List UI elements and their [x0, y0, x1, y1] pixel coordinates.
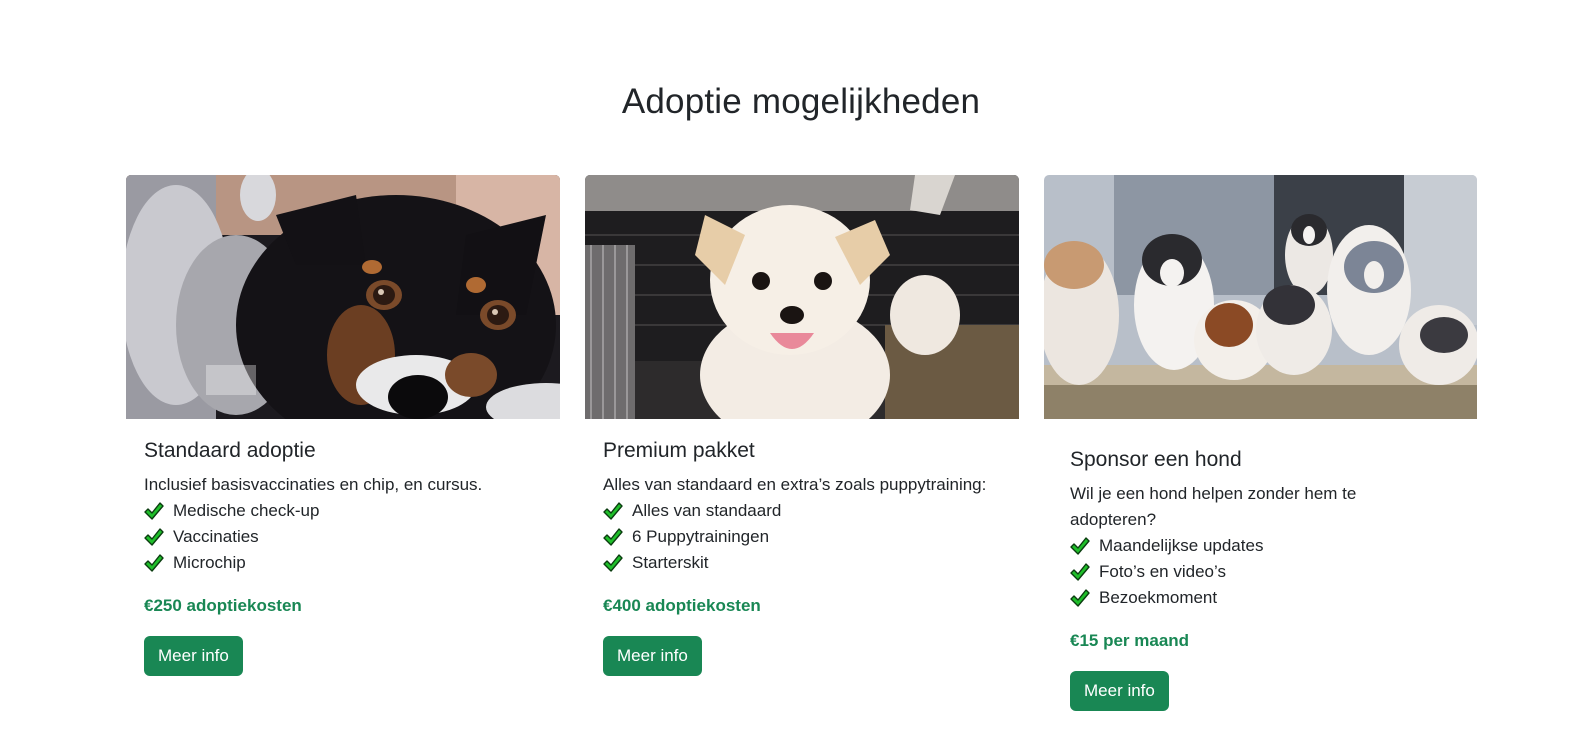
feature-item: Foto’s en video’s [1070, 559, 1451, 585]
card-description: Alles van standaard en extra’s zoals pup… [603, 475, 987, 494]
more-info-button[interactable]: Meer info [603, 636, 702, 676]
price-label: €15 per maand [1070, 631, 1190, 650]
card-body: Premium pakket Alles van standaard en ex… [585, 419, 1019, 676]
feature-label: Medische check-up [173, 501, 320, 520]
feature-item: Alles van standaard [603, 498, 1001, 524]
checkmark-icon [144, 554, 164, 572]
card-description: Wil je een hond helpen zonder hem te ado… [1070, 484, 1357, 529]
checkmark-icon [1070, 563, 1090, 581]
feature-label: Maandelijkse updates [1099, 536, 1264, 555]
checkmark-icon [1070, 537, 1090, 555]
card-body: Sponsor een hond Wil je een hond helpen … [1044, 419, 1477, 711]
checkmark-icon [603, 554, 623, 572]
checkmark-icon [144, 528, 164, 546]
feature-item: 6 Puppytrainingen [603, 524, 1001, 550]
section-title: Adoptie mogelijkheden [621, 82, 981, 121]
feature-item: Bezoekmoment [1070, 585, 1451, 611]
price-label: €400 adoptiekosten [603, 596, 761, 615]
card-title: Standaard adoptie [144, 439, 316, 462]
card-sponsor-dog: Sponsor een hond Wil je een hond helpen … [1044, 175, 1477, 711]
checkmark-icon [603, 528, 623, 546]
adoption-section: Adoptie mogelijkheden Standaard adoptie … [0, 0, 1594, 744]
feature-list: Alles van standaard 6 Puppytrainingen St… [603, 498, 1001, 576]
card-description: Inclusief basisvaccinaties en chip, en c… [144, 475, 483, 494]
puppies-photo [1044, 175, 1477, 419]
feature-label: Starterskit [632, 553, 709, 572]
card-title: Sponsor een hond [1070, 448, 1242, 471]
feature-item: Starterskit [603, 550, 1001, 576]
feature-item: Medische check-up [144, 498, 542, 524]
feature-label: 6 Puppytrainingen [632, 527, 770, 546]
feature-item: Microchip [144, 550, 542, 576]
feature-label: Microchip [173, 553, 246, 572]
more-info-button[interactable]: Meer info [1070, 671, 1169, 711]
card-standard-adoption: Standaard adoptie Inclusief basisvaccina… [126, 175, 560, 676]
white-dog-photo [585, 175, 1019, 419]
more-info-button[interactable]: Meer info [144, 636, 243, 676]
feature-label: Foto’s en video’s [1099, 562, 1226, 581]
feature-item: Vaccinaties [144, 524, 542, 550]
feature-label: Bezoekmoment [1099, 588, 1218, 607]
price-label: €250 adoptiekosten [144, 596, 302, 615]
checkmark-icon [144, 502, 164, 520]
card-title: Premium pakket [603, 439, 755, 462]
feature-list: Medische check-up Vaccinaties Microchip [144, 498, 542, 576]
black-dog-photo [126, 175, 560, 419]
feature-label: Vaccinaties [173, 527, 259, 546]
card-premium-package: Premium pakket Alles van standaard en ex… [585, 175, 1019, 676]
card-body: Standaard adoptie Inclusief basisvaccina… [126, 419, 560, 676]
feature-label: Alles van standaard [632, 501, 782, 520]
checkmark-icon [603, 502, 623, 520]
checkmark-icon [1070, 589, 1090, 607]
feature-item: Maandelijkse updates [1070, 533, 1451, 559]
feature-list: Maandelijkse updates Foto’s en video’s B… [1070, 533, 1451, 611]
